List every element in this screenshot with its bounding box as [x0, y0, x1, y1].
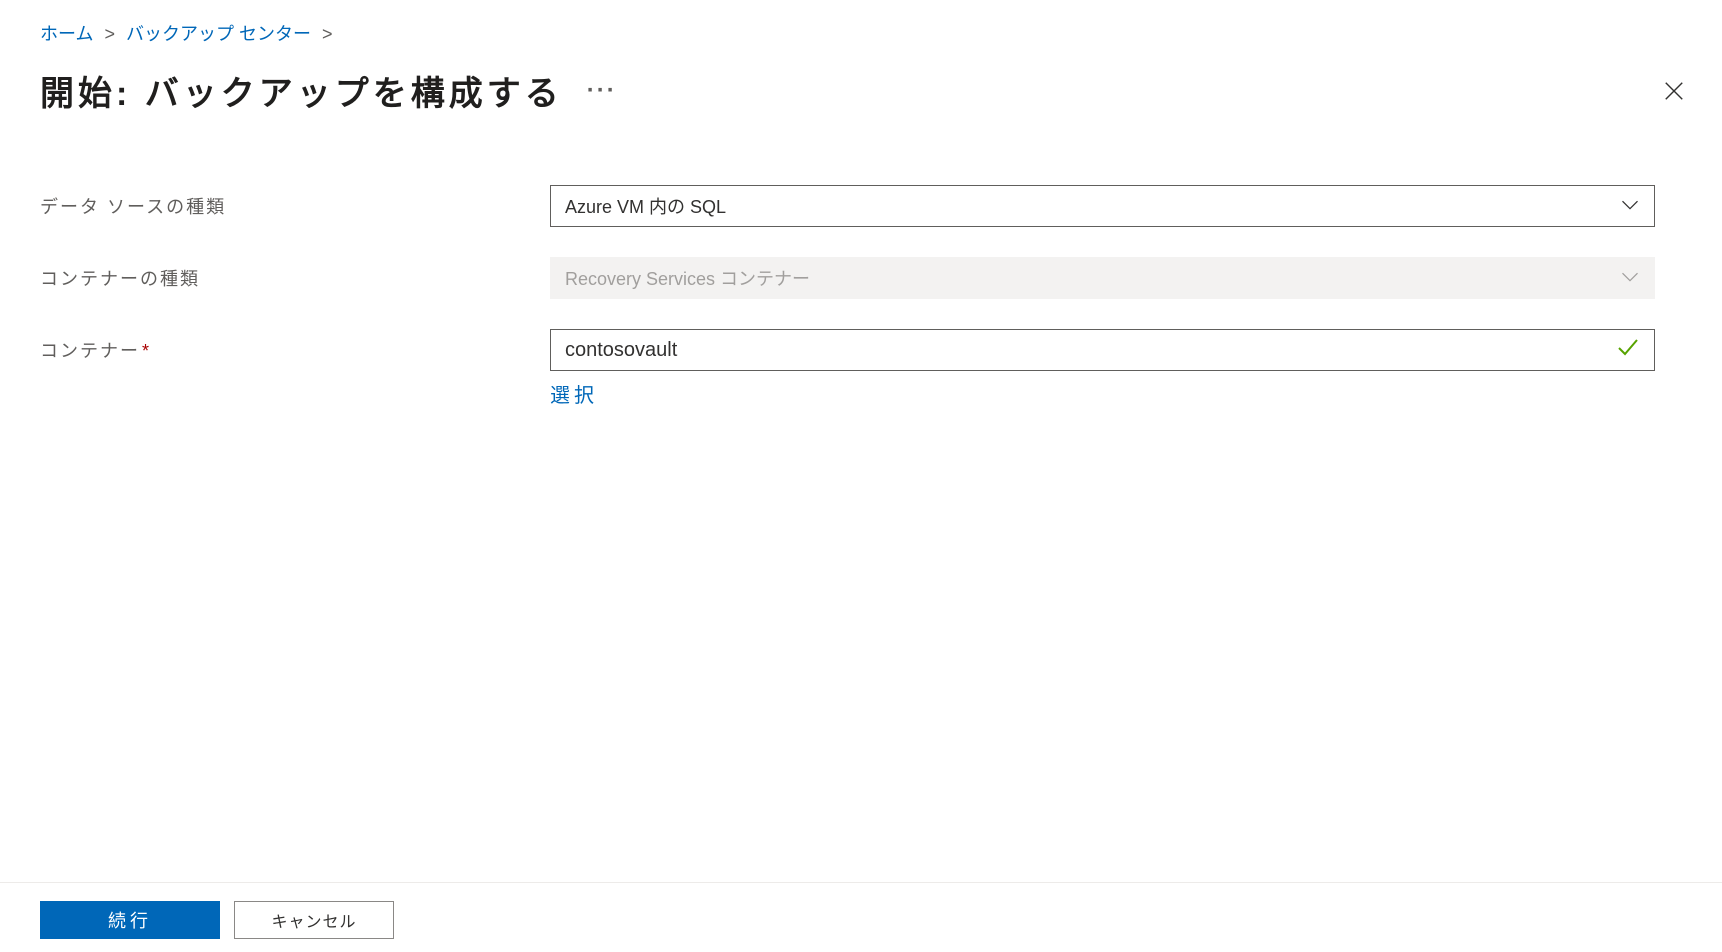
breadcrumb-separator: > [322, 24, 333, 44]
required-indicator: * [142, 341, 151, 361]
container-value: contosovault [565, 339, 677, 362]
chevron-down-icon [1620, 196, 1640, 217]
container-select-link[interactable]: 選択 [550, 379, 598, 408]
container-type-label: コンテナーの種類 [40, 257, 550, 291]
check-icon [1616, 337, 1640, 363]
container-type-select: Recovery Services コンテナー [550, 257, 1655, 299]
breadcrumb-home[interactable]: ホーム [40, 24, 93, 44]
footer-bar: 続行 キャンセル [0, 882, 1722, 952]
breadcrumb-separator: > [104, 24, 115, 44]
page-header: 開始: バックアップを構成する ··· [0, 56, 1722, 135]
more-dots-icon[interactable]: ··· [587, 77, 617, 105]
container-type-value: Recovery Services コンテナー [565, 265, 810, 291]
container-label: コンテナー* [40, 329, 550, 363]
page-title-text: 開始: バックアップを構成する [40, 66, 563, 115]
form-row-datasource-type: データ ソースの種類 Azure VM 内の SQL [40, 185, 1682, 227]
breadcrumb-backup-center[interactable]: バックアップ センター [126, 24, 311, 44]
form-area: データ ソースの種類 Azure VM 内の SQL コンテナーの種類 Reco… [0, 135, 1722, 408]
form-row-container-type: コンテナーの種類 Recovery Services コンテナー [40, 257, 1682, 299]
breadcrumb: ホーム > バックアップ センター > [0, 0, 1722, 56]
datasource-type-label: データ ソースの種類 [40, 185, 550, 219]
container-label-text: コンテナー [40, 341, 140, 361]
cancel-button[interactable]: キャンセル [234, 901, 394, 939]
close-button[interactable] [1656, 73, 1692, 109]
page-title: 開始: バックアップを構成する ··· [40, 66, 617, 115]
form-row-container: コンテナー* contosovault 選択 [40, 329, 1682, 408]
container-input[interactable]: contosovault [550, 329, 1655, 371]
close-icon [1663, 80, 1685, 102]
chevron-down-icon [1620, 268, 1640, 289]
datasource-type-value: Azure VM 内の SQL [565, 193, 726, 219]
continue-button[interactable]: 続行 [40, 901, 220, 939]
datasource-type-select[interactable]: Azure VM 内の SQL [550, 185, 1655, 227]
